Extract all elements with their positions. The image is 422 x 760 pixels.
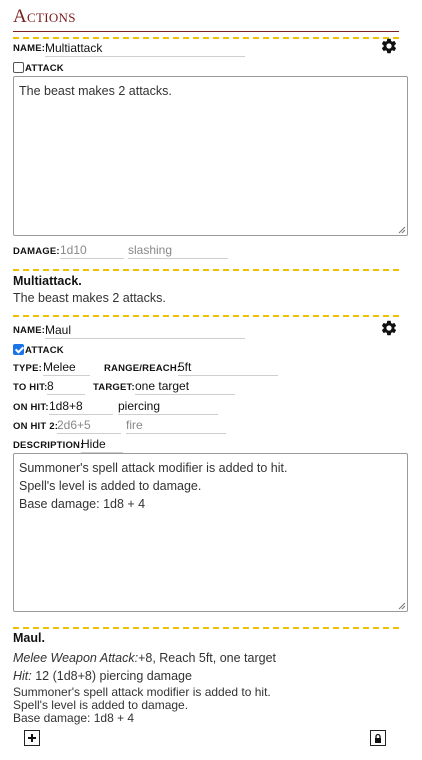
dashed-divider [13,627,399,629]
description-line: Base damage: 1d8 + 4 [19,497,146,511]
name-label: Name: [13,43,46,54]
description-textarea[interactable]: The beast makes 2 attacks. [13,76,408,236]
description-label: Description: [13,440,84,451]
onhit2-label: On Hit 2: [13,421,59,432]
dashed-divider [13,315,399,317]
preview-text: The beast makes 2 attacks. [13,291,166,305]
attack-label: Attack [25,345,64,356]
resize-grip-icon[interactable] [398,602,406,610]
onhit-type-input[interactable]: piercing [118,398,218,415]
attack-label: Attack [25,63,64,74]
range-input[interactable]: 5ft [178,359,278,376]
settings-button[interactable] [380,37,398,60]
gear-icon [381,320,397,336]
preview-attack-line: Melee Weapon Attack:+8, Reach 5ft, one t… [13,651,276,665]
section-title: Actions [13,6,76,27]
preview-hit-details: 12 (1d8+8) piercing damage [31,669,192,683]
attack-checkbox[interactable] [13,62,24,73]
target-input[interactable]: one target [135,378,235,395]
type-select[interactable]: Melee [43,359,90,376]
preview-attack-type: Melee Weapon Attack: [13,651,139,665]
description-line: Spell's level is added to damage. [19,479,202,493]
damage-dice-input[interactable]: 1d10 [60,242,124,259]
onhit2-dice-input[interactable]: 2d6+5 [57,417,121,434]
description-textarea[interactable]: Summoner's spell attack modifier is adde… [13,453,408,612]
attack-checkbox[interactable] [13,344,24,355]
dashed-divider [13,37,399,39]
damage-type-input[interactable]: slashing [128,242,228,259]
type-label: Type: [13,363,42,374]
preview-title: Multiattack. [13,274,82,288]
target-label: Target: [93,382,135,393]
resize-grip-icon[interactable] [398,226,406,234]
plus-icon [28,734,36,742]
preview-attack-details: +8, Reach 5ft, one target [138,651,277,665]
action-name-input[interactable]: Maul [45,322,245,339]
settings-button[interactable] [380,319,398,342]
lock-icon [375,733,381,743]
description-mode-select[interactable]: Hide [81,436,123,453]
add-action-button[interactable] [24,730,40,746]
dashed-divider [13,269,399,271]
lock-button[interactable] [370,730,386,746]
description-line: Summoner's spell attack modifier is adde… [19,461,288,475]
preview-hit-line: Hit: 12 (1d8+8) piercing damage [13,669,192,683]
name-label: Name: [13,325,46,336]
preview-desc-line: Base damage: 1d8 + 4 [13,711,135,725]
onhit-label: On Hit: [13,402,49,413]
damage-label: Damage: [13,246,60,257]
gear-icon [381,38,397,54]
onhit2-type-input[interactable]: fire [126,417,226,434]
description-text: The beast makes 2 attacks. [19,84,172,98]
title-divider [13,31,399,32]
action-name-input[interactable]: Multiattack [45,40,245,57]
preview-hit-label: Hit: [13,669,32,683]
tohit-input[interactable]: 8 [47,378,85,395]
range-label: Range/Reach: [104,363,181,374]
tohit-label: To Hit: [13,382,48,393]
onhit-dice-input[interactable]: 1d8+8 [49,398,113,415]
preview-title: Maul. [13,631,45,645]
